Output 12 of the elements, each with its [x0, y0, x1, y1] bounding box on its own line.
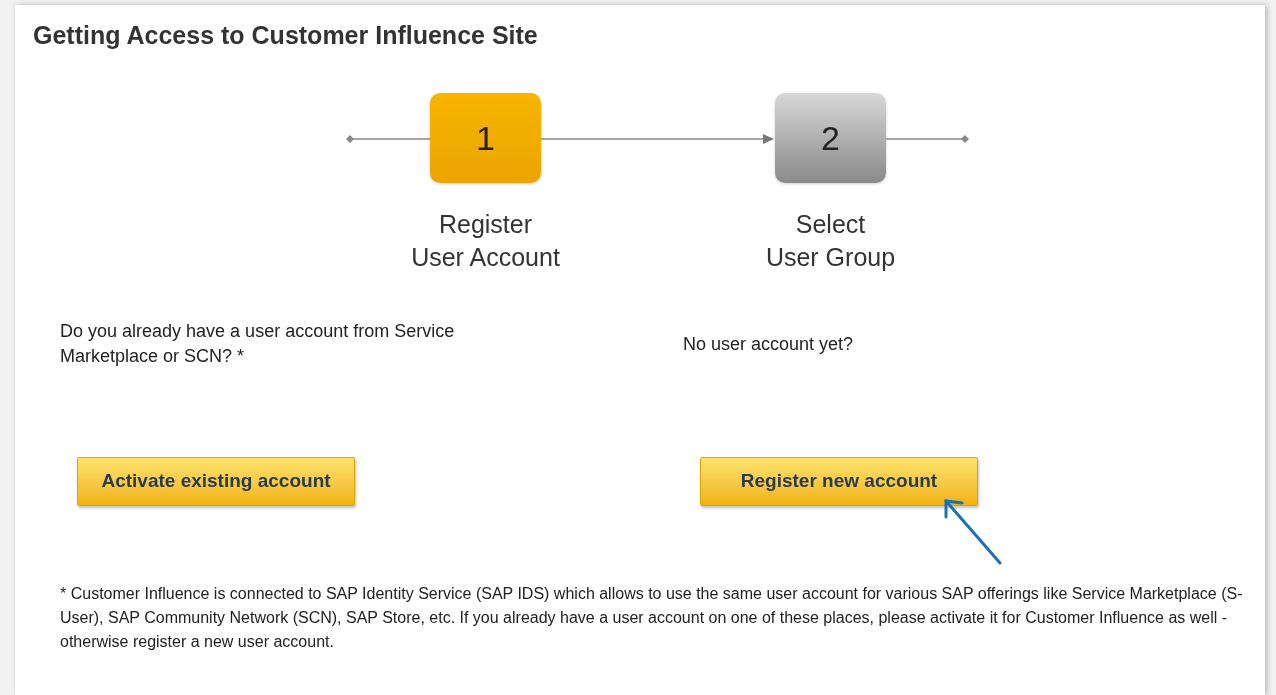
- step-label: Register: [438, 209, 533, 240]
- register-account-button[interactable]: Register new account: [700, 457, 978, 506]
- footnote-text: * Customer Influence is connected to SAP Identity Service (SAP IDS) which allows to use the same user account for various SAP offerings like Service Marketplace (S-User), SAP Community Network (SCN), SAP Store, etc. If you already have a user account on one of these places, please activate it for Customer Influence as well - otherwise register a new user account.: [60, 584, 1244, 652]
- step-label: Select: [795, 209, 866, 240]
- activate-account-button[interactable]: Activate existing account: [77, 457, 355, 506]
- question-text: Do you already have a user account from Service Marketplace or SCN? *: [60, 320, 456, 368]
- page-title: Getting Access to Customer Influence Site: [33, 20, 539, 51]
- step-box: 1: [430, 93, 541, 183]
- step-label: User Group: [765, 242, 896, 273]
- step-label: User Account: [411, 242, 560, 273]
- question-text: No user account yet?: [683, 333, 854, 356]
- step-box: 2: [775, 93, 886, 183]
